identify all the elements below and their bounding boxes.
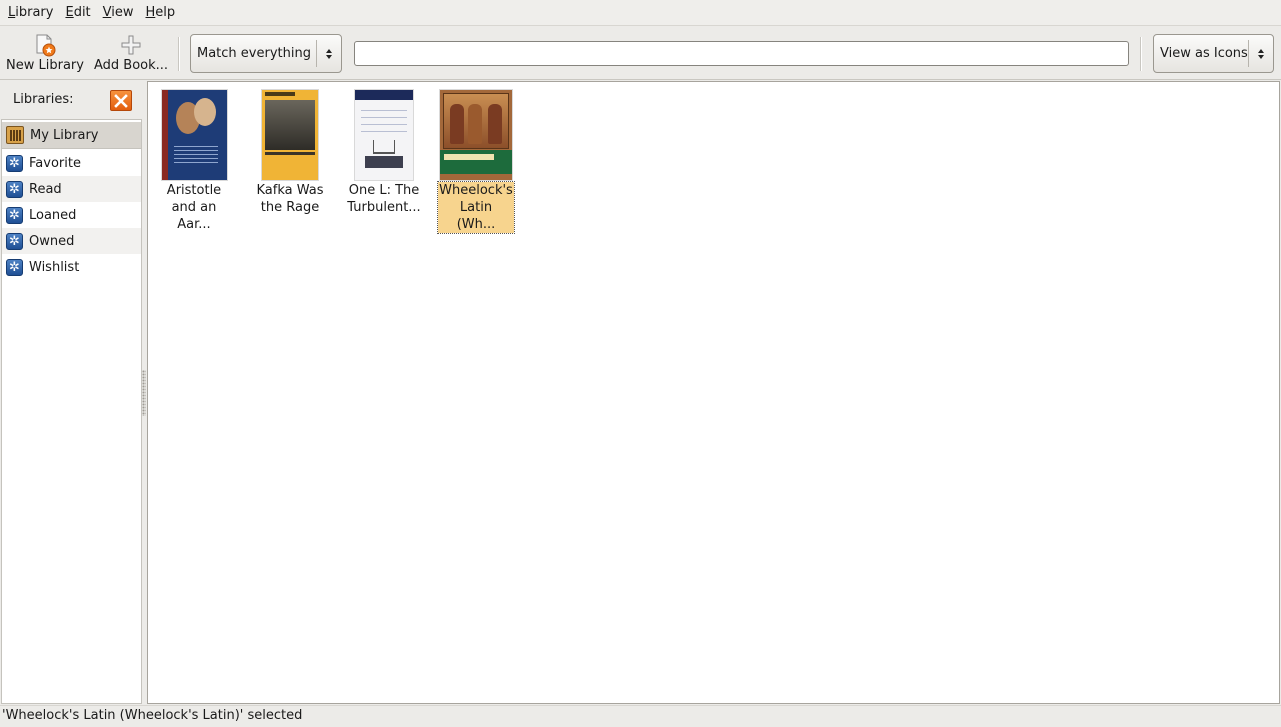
combo-arrows-icon	[323, 48, 335, 59]
status-bar: 'Wheelock's Latin (Wheelock's Latin)' se…	[0, 705, 1281, 727]
book-title: Aristotle and an Aar...	[166, 183, 222, 232]
toolbar-separator	[178, 37, 180, 71]
library-item-label: My Library	[30, 127, 99, 143]
search-input[interactable]	[354, 41, 1129, 66]
libraries-label: Libraries:	[13, 92, 74, 107]
close-icon	[114, 93, 128, 108]
plus-icon	[119, 33, 143, 57]
pane-resize-handle[interactable]	[142, 370, 146, 416]
add-book-button[interactable]: Add Book...	[92, 27, 170, 80]
library-item-label: Wishlist	[29, 259, 80, 275]
library-item-owned[interactable]: ✲ Owned	[2, 228, 141, 254]
library-shelf-icon	[6, 126, 24, 144]
library-item-my-library[interactable]: My Library	[2, 122, 141, 148]
book-icon-view: Aristotle and an Aar... Kafka Was the Ra…	[147, 81, 1280, 704]
gear-icon: ✲	[6, 180, 23, 198]
book-title: Kafka Was the Rage	[256, 183, 324, 215]
book-item-one-l[interactable]: One L: The Turbulent...	[344, 90, 424, 216]
library-item-favorite[interactable]: ✲ Favorite	[2, 150, 141, 176]
menu-help[interactable]: Help	[140, 0, 182, 26]
book-cover	[161, 90, 227, 180]
view-mode-combo[interactable]: View as Icons	[1153, 34, 1274, 73]
menu-edit[interactable]: Edit	[59, 0, 96, 26]
menu-library[interactable]: Library	[2, 0, 59, 26]
gear-icon: ✲	[6, 154, 23, 172]
combo-arrows-icon	[1255, 48, 1267, 59]
menubar: Library Edit View Help	[0, 0, 1281, 26]
libraries-header: Libraries:	[0, 81, 142, 119]
add-book-label: Add Book...	[93, 58, 169, 73]
book-item-kafka[interactable]: Kafka Was the Rage	[250, 90, 330, 216]
match-combo[interactable]: Match everything	[190, 34, 342, 73]
library-item-label: Loaned	[29, 207, 77, 223]
gear-icon: ✲	[6, 232, 23, 250]
sidebar: Libraries: My Library ✲ Favorite ✲ Read …	[0, 81, 142, 704]
book-title: Wheelock's Latin (Wh...	[437, 181, 515, 234]
library-list-separator	[2, 148, 141, 149]
library-item-label: Owned	[29, 233, 75, 249]
library-item-label: Read	[29, 181, 62, 197]
library-list: My Library ✲ Favorite ✲ Read ✲ Loaned ✲ …	[1, 119, 142, 704]
library-item-loaned[interactable]: ✲ Loaned	[2, 202, 141, 228]
book-item-wheelock[interactable]: Wheelock's Latin (Wh...	[436, 90, 516, 234]
match-combo-value: Match everything	[197, 46, 311, 61]
toolbar: New Library Add Book... Match everything…	[0, 27, 1281, 80]
new-library-button[interactable]: New Library	[6, 27, 84, 80]
book-item-aristotle[interactable]: Aristotle and an Aar...	[154, 90, 234, 233]
toolbar-separator	[1140, 37, 1142, 71]
close-libraries-button[interactable]	[110, 90, 132, 111]
library-item-read[interactable]: ✲ Read	[2, 176, 141, 202]
book-title: One L: The Turbulent...	[347, 183, 421, 215]
book-cover	[440, 90, 512, 180]
library-item-label: Favorite	[29, 155, 81, 171]
gear-icon: ✲	[6, 206, 23, 224]
new-library-icon	[33, 33, 57, 57]
library-item-wishlist[interactable]: ✲ Wishlist	[2, 254, 141, 280]
menu-view[interactable]: View	[97, 0, 140, 26]
new-library-label: New Library	[6, 58, 84, 73]
book-cover	[355, 90, 413, 180]
book-cover	[262, 90, 318, 180]
gear-icon: ✲	[6, 258, 23, 276]
view-mode-value: View as Icons	[1160, 46, 1248, 61]
